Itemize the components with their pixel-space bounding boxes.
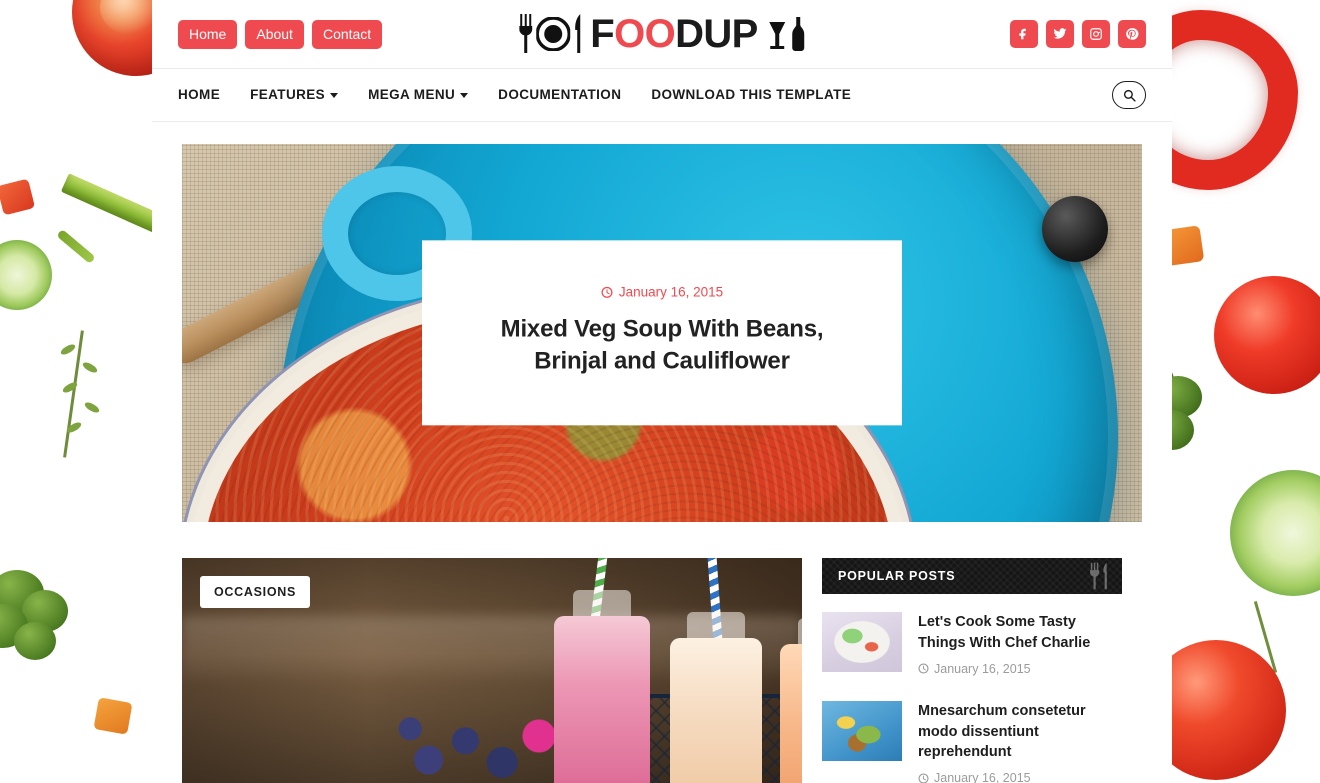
popular-post-title[interactable]: Let's Cook Some Tasty Things With Chef C… [918,612,1122,653]
hero-post-date: January 16, 2015 [601,284,723,299]
logo-beverage-group [767,17,805,51]
top-nav-contact[interactable]: Contact [311,19,383,49]
logo-text: FOODUP [590,12,758,56]
popular-post-date-text: January 16, 2015 [934,661,1031,676]
social-facebook-link[interactable] [1010,20,1038,48]
fork-knife-icon [1090,562,1110,594]
post-category-badge[interactable]: OCCASIONS [200,576,311,608]
main-nav-list: HOME FEATURES MEGA MENU DOCUMENTATION DO… [178,86,851,104]
top-nav-about[interactable]: About [245,19,304,49]
logo-utensils-group [519,14,584,54]
top-secondary-nav: Home About Contact [178,19,383,49]
popular-posts-list: Let's Cook Some Tasty Things With Chef C… [822,594,1122,783]
hero-post-title[interactable]: Mixed Veg Soup With Beans, Brinjal and C… [462,313,862,377]
site-container: Home About Contact FOODUP HOME FEATURES … [152,0,1172,783]
fork-icon [519,14,533,53]
site-logo[interactable]: FOODUP [519,14,805,54]
nav-label-documentation: DOCUMENTATION [498,87,622,102]
nav-item-documentation[interactable]: DOCUMENTATION [498,86,621,104]
nav-item-download-template[interactable]: DOWNLOAD THIS TEMPLATE [651,86,851,104]
clock-icon [918,773,929,783]
facebook-icon [1019,28,1026,40]
hero-featured-post[interactable]: January 16, 2015 Mixed Veg Soup With Bea… [182,144,1142,522]
popular-posts-widget-header: POPULAR POSTS [822,558,1122,594]
hero-caption-card: January 16, 2015 Mixed Veg Soup With Bea… [422,240,902,426]
bottle-icon [791,17,804,51]
nav-label-mega-menu: MEGA MENU [368,87,456,102]
popular-post-date-text: January 16, 2015 [934,771,1031,783]
lower-row: OCCASIONS POPULAR POSTS Let's Cook Some … [182,558,1142,783]
chevron-down-icon [330,93,339,98]
top-nav-home[interactable]: Home [178,19,238,49]
popular-posts-title: POPULAR POSTS [838,569,956,583]
popular-post-date: January 16, 2015 [918,662,1031,676]
background-cucumber-slice-left [0,240,52,310]
background-carrot-dice-left [93,697,133,735]
post-card-smoothies[interactable]: OCCASIONS [182,558,802,783]
plate-icon [536,17,571,51]
nav-label-features: FEATURES [250,87,326,102]
background-broccoli-left [0,560,90,670]
popular-post-thumbnail[interactable] [822,612,902,672]
knife-icon [575,14,581,53]
popular-post-text: Mnesarchum consetetur modo dissentiunt r… [918,701,1122,783]
search-button[interactable] [1112,81,1146,109]
nav-label-home: HOME [178,87,221,102]
content-area: January 16, 2015 Mixed Veg Soup With Bea… [152,122,1172,783]
background-thyme-sprig-left [20,330,130,460]
sidebar: POPULAR POSTS Let's Cook Some Tasty Thin… [822,558,1122,783]
main-navigation: HOME FEATURES MEGA MENU DOCUMENTATION DO… [152,69,1172,122]
nav-item-features[interactable]: FEATURES [250,86,339,104]
twitter-icon [1053,28,1067,39]
social-links [1010,20,1146,48]
social-pinterest-link[interactable] [1118,20,1146,48]
search-icon [1123,89,1136,102]
wine-glass-icon [768,22,785,49]
background-herb-sprig-right [1220,600,1310,680]
hero-date-text: January 16, 2015 [618,284,724,300]
nav-label-download-template: DOWNLOAD THIS TEMPLATE [651,87,852,102]
pinterest-icon [1126,28,1139,40]
nav-item-home[interactable]: HOME [178,86,220,104]
top-bar: Home About Contact FOODUP [152,0,1172,69]
clock-icon [601,286,613,298]
chevron-down-icon [460,93,469,98]
popular-post-thumbnail[interactable] [822,701,902,762]
popular-post-item[interactable]: Let's Cook Some Tasty Things With Chef C… [822,612,1122,679]
popular-post-item[interactable]: Mnesarchum consetetur modo dissentiunt r… [822,701,1122,783]
popular-post-date: January 16, 2015 [918,771,1031,783]
background-cherry-tomato-right [1214,276,1320,394]
background-pepper-dice-left [0,178,36,216]
popular-post-title[interactable]: Mnesarchum consetetur modo dissentiunt r… [918,701,1122,763]
instagram-icon [1090,28,1102,40]
nav-item-mega-menu[interactable]: MEGA MENU [368,86,469,104]
popular-post-text: Let's Cook Some Tasty Things With Chef C… [918,612,1122,679]
background-cucumber-slice-right [1230,470,1320,596]
clock-icon [918,663,929,674]
social-twitter-link[interactable] [1046,20,1074,48]
social-instagram-link[interactable] [1082,20,1110,48]
